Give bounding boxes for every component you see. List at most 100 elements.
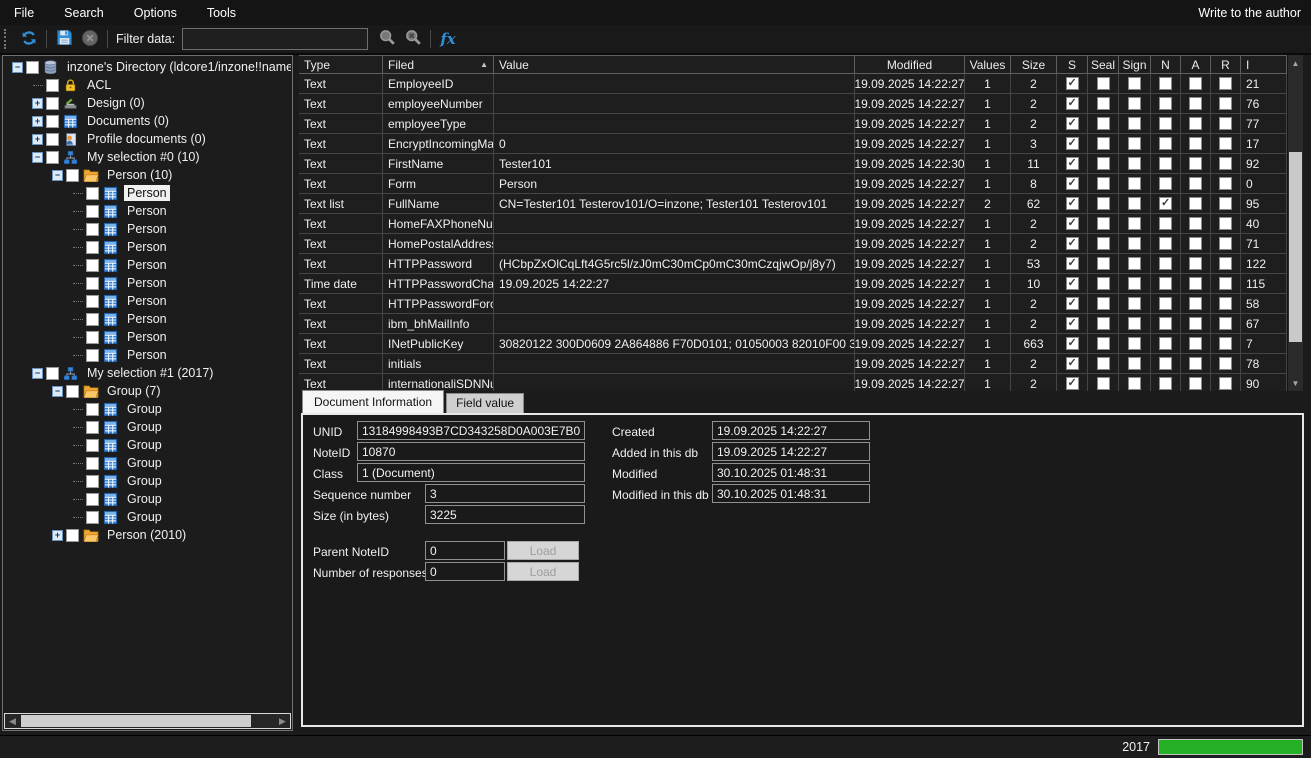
cell-sign[interactable] [1119, 134, 1151, 154]
cell-s[interactable] [1057, 214, 1088, 234]
menu-tools[interactable]: Tools [192, 1, 251, 25]
cell-s[interactable] [1057, 354, 1088, 374]
tree-checkbox[interactable] [86, 493, 99, 506]
tree-item-label[interactable]: Group [124, 419, 165, 435]
cell-n[interactable] [1151, 74, 1181, 94]
s-checkbox[interactable] [1066, 157, 1079, 170]
sign-checkbox[interactable] [1128, 217, 1141, 230]
s-checkbox[interactable] [1066, 77, 1079, 90]
cell-n[interactable] [1151, 134, 1181, 154]
seal-checkbox[interactable] [1097, 357, 1110, 370]
a-checkbox[interactable] [1189, 217, 1202, 230]
cell-seal[interactable] [1088, 114, 1119, 134]
cell-s[interactable] [1057, 334, 1088, 354]
cell-seal[interactable] [1088, 294, 1119, 314]
cell-a[interactable] [1181, 294, 1211, 314]
cell-sign[interactable] [1119, 274, 1151, 294]
n-checkbox[interactable] [1159, 217, 1172, 230]
tree-checkbox[interactable] [46, 133, 59, 146]
cell-r[interactable] [1211, 134, 1241, 154]
cell-r[interactable] [1211, 94, 1241, 114]
s-checkbox[interactable] [1066, 117, 1079, 130]
cell-n[interactable] [1151, 314, 1181, 334]
tree-item[interactable]: +Person (2010) [4, 526, 291, 544]
cell-a[interactable] [1181, 274, 1211, 294]
tree-item-label[interactable]: Group (7) [104, 383, 164, 399]
tree-item[interactable]: +Design (0) [4, 94, 291, 112]
cell-r[interactable] [1211, 114, 1241, 134]
seal-checkbox[interactable] [1097, 277, 1110, 290]
tree-item[interactable]: Person [4, 274, 291, 292]
tree-item-label[interactable]: Group [124, 401, 165, 417]
field-row[interactable]: TextinternationaliSDNNu...19.09.2025 14:… [299, 374, 1288, 391]
expand-plus-icon[interactable]: + [32, 98, 43, 109]
refresh-button[interactable] [16, 27, 42, 51]
cell-seal[interactable] [1088, 134, 1119, 154]
n-checkbox[interactable] [1159, 357, 1172, 370]
r-checkbox[interactable] [1219, 77, 1232, 90]
tree-checkbox[interactable] [46, 367, 59, 380]
a-checkbox[interactable] [1189, 297, 1202, 310]
field-row[interactable]: TextemployeeNumber19.09.2025 14:22:27127… [299, 94, 1288, 114]
tree-checkbox[interactable] [86, 205, 99, 218]
cell-s[interactable] [1057, 114, 1088, 134]
cell-seal[interactable] [1088, 354, 1119, 374]
a-checkbox[interactable] [1189, 77, 1202, 90]
cell-a[interactable] [1181, 174, 1211, 194]
cell-n[interactable] [1151, 94, 1181, 114]
sequence-number-field[interactable] [425, 484, 585, 503]
a-checkbox[interactable] [1189, 257, 1202, 270]
column-header-sign[interactable]: Sign [1119, 55, 1151, 74]
column-header-value[interactable]: Value [494, 55, 855, 74]
tree-item[interactable]: Person [4, 310, 291, 328]
tree-item-label[interactable]: Person [124, 311, 170, 327]
tree-checkbox[interactable] [86, 511, 99, 524]
cell-a[interactable] [1181, 214, 1211, 234]
field-row[interactable]: TextHTTPPasswordForce...19.09.2025 14:22… [299, 294, 1288, 314]
collapse-minus-icon[interactable]: − [52, 170, 63, 181]
r-checkbox[interactable] [1219, 237, 1232, 250]
seal-checkbox[interactable] [1097, 157, 1110, 170]
cell-n[interactable] [1151, 214, 1181, 234]
column-header-type[interactable]: Type [299, 55, 383, 74]
cell-seal[interactable] [1088, 334, 1119, 354]
cell-r[interactable] [1211, 354, 1241, 374]
s-checkbox[interactable] [1066, 317, 1079, 330]
cell-r[interactable] [1211, 374, 1241, 391]
tree-item[interactable]: Person [4, 256, 291, 274]
tree-item-label[interactable]: Group [124, 491, 165, 507]
cell-a[interactable] [1181, 314, 1211, 334]
cell-seal[interactable] [1088, 154, 1119, 174]
cell-s[interactable] [1057, 174, 1088, 194]
cell-a[interactable] [1181, 234, 1211, 254]
n-checkbox[interactable] [1159, 77, 1172, 90]
expand-plus-icon[interactable]: + [32, 134, 43, 145]
cell-sign[interactable] [1119, 114, 1151, 134]
cell-a[interactable] [1181, 134, 1211, 154]
r-checkbox[interactable] [1219, 297, 1232, 310]
tab-field-value[interactable]: Field value [446, 393, 524, 413]
collapse-minus-icon[interactable]: − [32, 152, 43, 163]
cell-n[interactable] [1151, 254, 1181, 274]
tree-checkbox[interactable] [86, 403, 99, 416]
scroll-down-arrow-icon[interactable]: ▼ [1288, 375, 1303, 391]
r-checkbox[interactable] [1219, 197, 1232, 210]
cell-seal[interactable] [1088, 194, 1119, 214]
tab-document-information[interactable]: Document Information [302, 390, 444, 413]
column-header-r[interactable]: R [1211, 55, 1241, 74]
cell-a[interactable] [1181, 374, 1211, 391]
tree-item[interactable]: Group [4, 454, 291, 472]
s-checkbox[interactable] [1066, 177, 1079, 190]
tree-item[interactable]: Person [4, 220, 291, 238]
tree-item[interactable]: Person [4, 202, 291, 220]
cell-n[interactable] [1151, 194, 1181, 214]
tree-item-label[interactable]: Person [124, 329, 170, 345]
field-row[interactable]: TextFirstNameTester10119.09.2025 14:22:3… [299, 154, 1288, 174]
sign-checkbox[interactable] [1128, 377, 1141, 390]
menu-search[interactable]: Search [49, 1, 119, 25]
column-header-field[interactable]: Filed▲ [383, 55, 494, 74]
added-in-db-field[interactable] [712, 442, 870, 461]
tree-item-label[interactable]: Group [124, 509, 165, 525]
tree-item[interactable]: Group [4, 472, 291, 490]
tree-item[interactable]: Group [4, 490, 291, 508]
